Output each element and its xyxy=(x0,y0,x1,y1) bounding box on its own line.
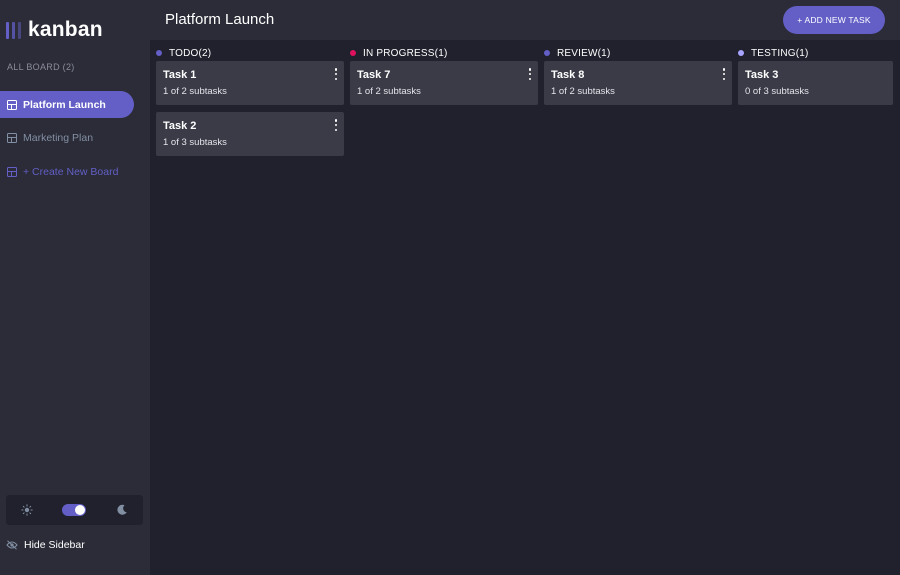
logo: kanban xyxy=(6,18,103,42)
header: Platform Launch + ADD NEW TASK xyxy=(150,0,900,40)
hide-sidebar-button[interactable]: Hide Sidebar xyxy=(6,537,85,553)
moon-icon xyxy=(115,503,129,517)
theme-switch-knob xyxy=(75,505,86,515)
eye-slash-icon xyxy=(6,540,18,550)
board-icon xyxy=(7,166,17,177)
sidebar-item-label: Marketing Plan xyxy=(23,131,94,144)
task-subtasks: 1 of 2 subtasks xyxy=(551,86,615,97)
column-status-dot xyxy=(156,50,162,56)
task-card[interactable]: Task 3 0 of 3 subtasks xyxy=(738,61,893,105)
all-boards-heading: ALL BOARD (2) xyxy=(7,62,75,72)
column-header: IN PROGRESS(1) xyxy=(350,47,538,59)
add-new-task-button[interactable]: + ADD NEW TASK xyxy=(783,6,885,34)
column-header: REVIEW(1) xyxy=(544,47,732,59)
board-icon xyxy=(7,132,17,143)
column-status-dot xyxy=(350,50,356,56)
sidebar: kanban ALL BOARD (2) Platform Launch Mar… xyxy=(0,0,150,575)
hide-sidebar-label: Hide Sidebar xyxy=(24,539,85,551)
page-title: Platform Launch xyxy=(165,11,275,28)
task-card[interactable]: Task 2 1 of 3 subtasks xyxy=(156,112,344,156)
create-new-board-label: + Create New Board xyxy=(23,165,119,178)
logo-icon xyxy=(6,21,21,39)
task-card[interactable]: Task 7 1 of 2 subtasks xyxy=(350,61,538,105)
theme-toggle-panel xyxy=(6,495,143,525)
column-title: REVIEW(1) xyxy=(557,47,611,59)
task-card[interactable]: Task 1 1 of 2 subtasks xyxy=(156,61,344,105)
kebab-menu-icon[interactable] xyxy=(721,68,727,80)
task-title: Task 2 xyxy=(163,120,197,132)
task-title: Task 7 xyxy=(357,69,391,81)
column-status-dot xyxy=(544,50,550,56)
task-subtasks: 0 of 3 subtasks xyxy=(745,86,809,97)
board-icon xyxy=(7,99,17,110)
theme-switch[interactable] xyxy=(62,504,87,516)
task-title: Task 3 xyxy=(745,69,779,81)
task-card[interactable]: Task 8 1 of 2 subtasks xyxy=(544,61,732,105)
column-title: TODO(2) xyxy=(169,47,212,59)
column-in-progress: IN PROGRESS(1) Task 7 1 of 2 subtasks xyxy=(350,47,538,105)
logo-text: kanban xyxy=(28,18,103,41)
task-title: Task 8 xyxy=(551,69,585,81)
column-review: REVIEW(1) Task 8 1 of 2 subtasks xyxy=(544,47,732,105)
sidebar-item-platform-launch[interactable]: Platform Launch xyxy=(0,91,134,118)
kebab-menu-icon[interactable] xyxy=(527,68,533,80)
column-testing: TESTING(1) Task 3 0 of 3 subtasks xyxy=(738,47,900,105)
kebab-menu-icon[interactable] xyxy=(333,119,339,131)
column-title: IN PROGRESS(1) xyxy=(363,47,448,59)
create-new-board-button[interactable]: + Create New Board xyxy=(0,158,134,185)
column-todo: TODO(2) Task 1 1 of 2 subtasks Task 2 1 … xyxy=(156,47,344,156)
column-header: TESTING(1) xyxy=(738,47,900,59)
task-title: Task 1 xyxy=(163,69,197,81)
column-header: TODO(2) xyxy=(156,47,344,59)
column-status-dot xyxy=(738,50,744,56)
task-subtasks: 1 of 2 subtasks xyxy=(163,86,227,97)
task-subtasks: 1 of 3 subtasks xyxy=(163,137,227,148)
column-title: TESTING(1) xyxy=(751,47,809,59)
sidebar-item-marketing-plan[interactable]: Marketing Plan xyxy=(0,124,134,151)
sidebar-item-label: Platform Launch xyxy=(23,98,106,111)
kebab-menu-icon[interactable] xyxy=(333,68,339,80)
sun-icon xyxy=(20,503,34,517)
task-subtasks: 1 of 2 subtasks xyxy=(357,86,421,97)
